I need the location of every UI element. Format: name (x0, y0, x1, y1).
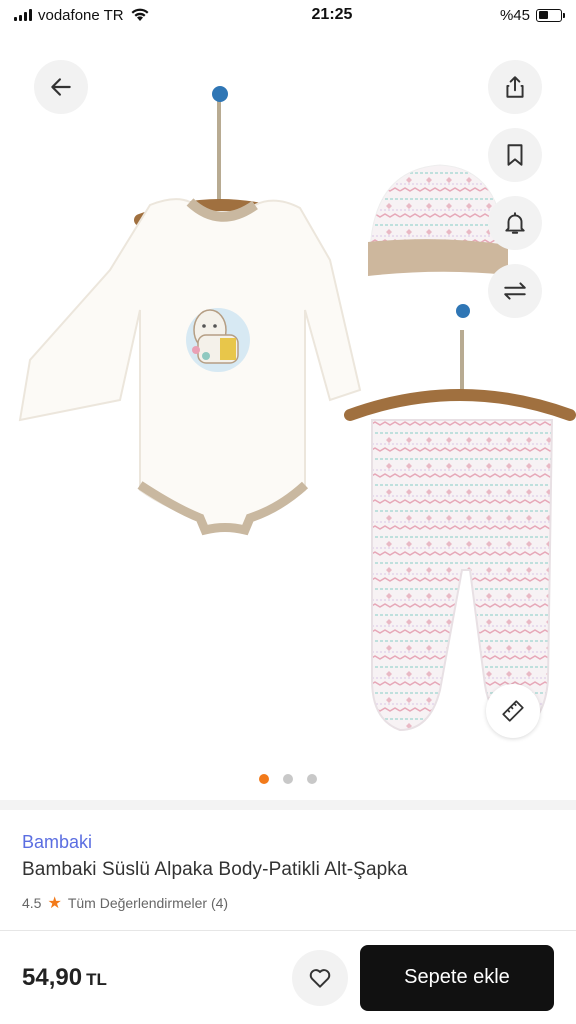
carousel-dots[interactable] (0, 774, 576, 784)
status-bar: vodafone TR 21:25 %45 (0, 0, 576, 30)
brand-link[interactable]: Bambaki (22, 832, 554, 853)
price-value: 54,90 (22, 963, 83, 991)
share-icon (506, 76, 524, 98)
add-to-cart-button[interactable]: Sepete ekle (360, 944, 554, 1011)
product-title: Bambaki Süslü Alpaka Body-Patikli Alt-Şa… (22, 859, 408, 880)
battery-icon (536, 8, 565, 22)
product-image (18, 86, 576, 732)
bookmark-icon (507, 144, 523, 166)
price-alert-button[interactable] (488, 196, 542, 250)
rating-value: 4.5 (22, 895, 42, 911)
favorite-button[interactable] (292, 949, 348, 1006)
carousel-dot[interactable] (283, 774, 293, 784)
status-left: vodafone TR (14, 7, 224, 24)
share-button[interactable] (488, 60, 542, 114)
rating-row[interactable]: 4.5 ★ Tüm Değerlendirmeler (4) (22, 893, 554, 913)
bookmark-button[interactable] (488, 128, 542, 182)
reviews-link[interactable]: Tüm Değerlendirmeler (4) (68, 895, 228, 911)
product-gallery[interactable] (0, 30, 576, 800)
compare-button[interactable] (488, 264, 542, 318)
heart-icon (309, 968, 331, 988)
bell-icon (505, 212, 525, 234)
carrier-name: vodafone TR (38, 6, 124, 24)
status-right: %45 (499, 6, 565, 24)
clock: 21:25 (311, 6, 353, 23)
size-ruler-icon (502, 700, 524, 722)
signal-icon (14, 9, 32, 21)
arrow-left-icon (51, 78, 71, 96)
size-guide-button[interactable] (486, 684, 540, 738)
product-info: Bambaki Bambaki Süslü Alpaka Body-Patikl… (22, 832, 554, 913)
price: 54,90 TL (22, 964, 292, 992)
star-icon: ★ (47, 895, 62, 912)
battery-percent: %45 (499, 6, 530, 24)
wifi-icon (131, 8, 149, 21)
price-currency: TL (86, 969, 107, 989)
carousel-dot[interactable] (307, 774, 317, 784)
section-divider (0, 800, 576, 810)
carousel-dot[interactable] (259, 774, 269, 784)
compare-arrows-icon (504, 282, 526, 300)
back-button[interactable] (34, 60, 88, 114)
purchase-bar: 54,90 TL Sepete ekle (0, 930, 576, 1024)
